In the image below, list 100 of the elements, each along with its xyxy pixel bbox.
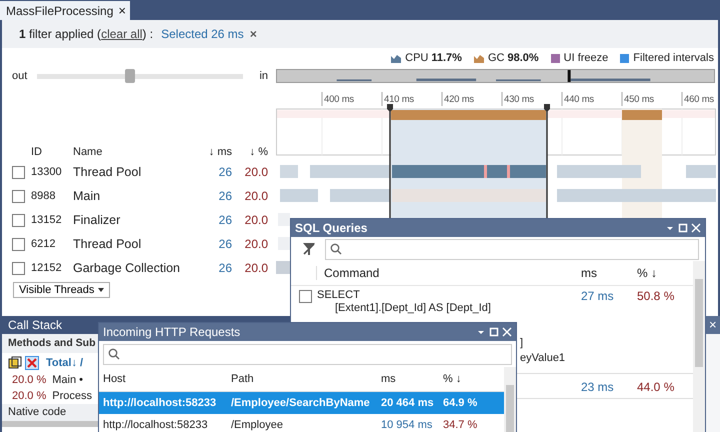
column-header[interactable]: Path xyxy=(225,373,375,385)
column-header[interactable]: % ↓ xyxy=(437,373,489,385)
legend-label: UI freeze xyxy=(564,52,608,64)
selection-end-handle[interactable] xyxy=(544,104,550,218)
time-axis-label: 460 ms xyxy=(684,94,714,105)
thread-percent: 20.0 xyxy=(244,237,269,251)
thread-ms: 26 xyxy=(218,261,232,275)
column-header[interactable]: ms xyxy=(375,373,437,385)
call-percent: 20.0 % xyxy=(12,390,46,402)
sql-command-line: SELECT xyxy=(317,289,361,302)
selection-start-handle[interactable] xyxy=(387,104,393,218)
clear-filter-icon[interactable] xyxy=(301,241,317,257)
close-icon[interactable]: × xyxy=(118,3,126,18)
scrollbar[interactable] xyxy=(693,261,705,432)
close-icon[interactable]: × xyxy=(709,317,717,332)
clear-all-link[interactable]: clear all xyxy=(101,27,142,41)
thread-id: 13300 xyxy=(31,166,63,178)
time-axis-label: 450 ms xyxy=(624,94,654,105)
method-name: Process xyxy=(52,390,92,402)
sql-command-line: eyValue1 xyxy=(520,351,566,366)
column-header[interactable]: Command xyxy=(316,266,581,280)
thread-id: 8988 xyxy=(31,190,56,202)
request-duration: 20 464 ms xyxy=(380,397,435,409)
gc-interval xyxy=(622,110,662,120)
time-axis-label: 420 ms xyxy=(444,94,474,105)
request-path: /Employee xyxy=(230,419,284,431)
thread-checkbox[interactable] xyxy=(12,238,25,250)
position-marker[interactable] xyxy=(568,70,571,82)
thread-id: 13152 xyxy=(31,214,63,226)
request-percent: 34.7 % xyxy=(442,419,478,431)
close-icon[interactable] xyxy=(502,327,512,337)
query-percent: 50.8 % xyxy=(637,289,676,303)
thread-checkbox[interactable] xyxy=(12,166,25,178)
thread-activity-lane xyxy=(278,237,290,250)
window-title: SQL Queries xyxy=(295,221,368,235)
call-percent: 20.0 % xyxy=(12,374,46,386)
document-tab[interactable]: MassFileProcessing × xyxy=(0,1,130,20)
zoom-in-label: in xyxy=(259,70,268,82)
thread-ms: 26 xyxy=(218,237,232,251)
thread-name: Thread Pool xyxy=(73,237,142,251)
legend-value: 11.7% xyxy=(431,52,462,64)
slider-thumb[interactable] xyxy=(125,69,136,83)
visible-threads-dropdown[interactable]: Visible Threads xyxy=(13,282,110,298)
thread-ms: 26 xyxy=(218,213,232,227)
search-field[interactable] xyxy=(325,238,699,260)
request-percent: 64.9 % xyxy=(442,397,478,409)
thread-percent: 20.0 xyxy=(244,261,269,275)
time-axis-label: 440 ms xyxy=(564,94,594,105)
column-header[interactable]: ID xyxy=(31,146,73,158)
scrollbar[interactable] xyxy=(504,367,516,432)
thread-activity-lane xyxy=(278,213,290,226)
column-header[interactable]: ↓ % xyxy=(232,146,276,158)
close-icon[interactable] xyxy=(691,223,701,233)
thread-percent: 20.0 xyxy=(244,165,269,179)
thread-name: Main xyxy=(73,189,102,203)
sql-command-line: [Extent1].[Dept_Id] AS [Dept_Id] xyxy=(334,302,492,315)
method-name: Main • xyxy=(52,374,83,386)
thread-percent: 20.0 xyxy=(244,189,269,203)
caret-icon xyxy=(98,288,104,292)
thread-id: 12152 xyxy=(31,262,63,274)
thread-percent: 20.0 xyxy=(244,213,269,227)
query-percent: 44.0 % xyxy=(637,380,676,394)
time-axis-label: 400 ms xyxy=(324,94,354,105)
maximize-icon[interactable] xyxy=(489,327,499,337)
thread-activity-lane xyxy=(276,261,290,274)
search-field[interactable] xyxy=(103,344,512,364)
thread-checkbox[interactable] xyxy=(12,190,25,202)
thread-name: Thread Pool xyxy=(73,165,142,179)
thread-ms: 26 xyxy=(218,189,232,203)
query-duration: 27 ms xyxy=(581,289,615,303)
time-axis-label: 430 ms xyxy=(504,94,534,105)
maximize-icon[interactable] xyxy=(678,223,688,233)
clear-icon[interactable] xyxy=(25,356,39,370)
legend-label: Filtered intervals xyxy=(633,52,714,64)
selection-filter-label: Selected 26 ms xyxy=(161,27,244,41)
column-header[interactable]: Host xyxy=(99,373,225,385)
query-duration: 23 ms xyxy=(581,380,615,394)
search-icon xyxy=(330,243,342,255)
thread-checkbox[interactable] xyxy=(12,262,25,274)
overview-bar[interactable] xyxy=(276,69,715,83)
thread-ms: 26 xyxy=(218,165,232,179)
remove-filter-icon[interactable]: × xyxy=(250,27,257,41)
sort-mode-link[interactable]: Total↓ / xyxy=(46,356,84,368)
column-header[interactable]: Name xyxy=(73,146,202,158)
column-header[interactable]: ms xyxy=(581,266,637,280)
thread-id: 6212 xyxy=(31,238,56,250)
thread-name: Garbage Collection xyxy=(73,261,182,275)
query-checkbox[interactable] xyxy=(299,290,312,303)
column-header[interactable]: ↓ ms xyxy=(202,146,232,158)
request-host: http://localhost:58233 xyxy=(102,419,209,431)
legend-label: GC xyxy=(488,52,504,64)
request-duration: 10 954 ms xyxy=(380,419,434,431)
zoom-out-label: out xyxy=(12,70,28,82)
search-icon xyxy=(108,348,120,360)
legend-label: CPU xyxy=(405,52,428,64)
legend-value: 98.0% xyxy=(507,52,539,64)
column-header[interactable]: % ↓ xyxy=(637,266,693,280)
thread-checkbox[interactable] xyxy=(12,214,25,226)
thread-name: Finalizer xyxy=(73,213,122,227)
sql-command-line: ] xyxy=(520,336,524,351)
